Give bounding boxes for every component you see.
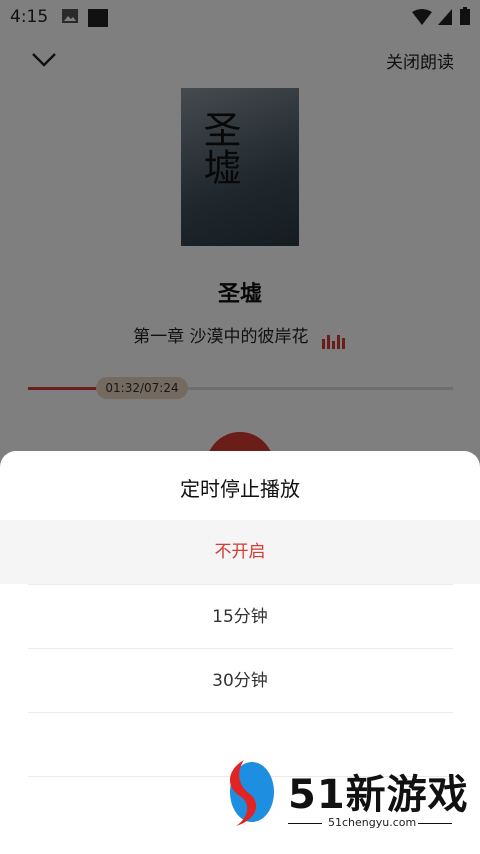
option-off[interactable]: 不开启	[0, 520, 480, 584]
watermark-line-right	[418, 823, 452, 824]
watermark: 51新游戏 51chengyu.com	[200, 740, 480, 854]
option-15min[interactable]: 15分钟	[0, 585, 480, 649]
watermark-logo-icon	[229, 760, 274, 826]
sheet-title: 定时停止播放	[180, 477, 300, 501]
watermark-line-left	[288, 823, 322, 824]
watermark-brand: 51新游戏	[288, 772, 469, 818]
option-30min[interactable]: 30分钟	[0, 649, 480, 713]
watermark-url: 51chengyu.com	[328, 816, 417, 829]
